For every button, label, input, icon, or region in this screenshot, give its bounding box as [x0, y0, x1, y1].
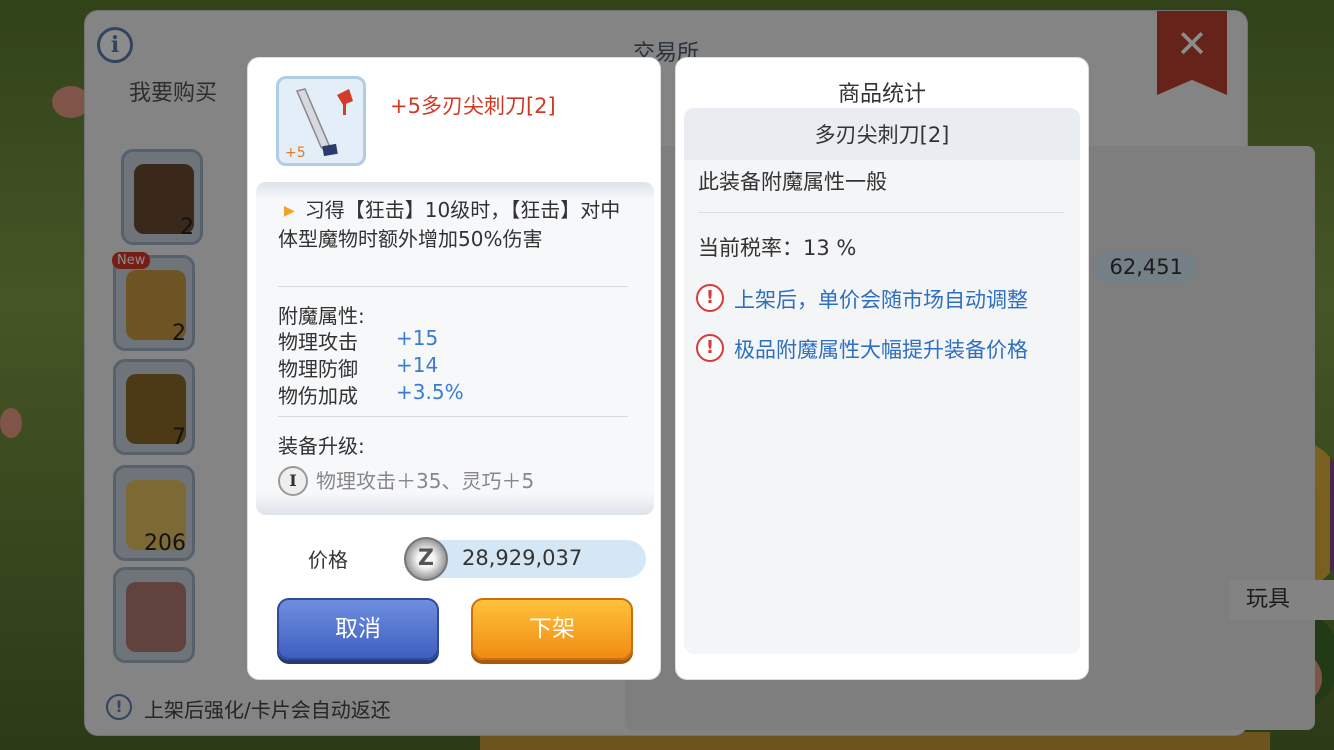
refine-level-badge: +5 [285, 145, 306, 161]
warning-text: 上架后，单价会随市场自动调整 [734, 288, 1028, 312]
divider [278, 416, 628, 417]
warning-icon: ! [696, 284, 724, 312]
skill-effect-text: 习得【狂击】10级时，【狂击】对中体型魔物时额外增加50%伤害 [278, 198, 621, 251]
item-icon: +5 [276, 76, 366, 166]
enchant-quality: 此装备附魔属性一般 [698, 170, 887, 194]
item-statistics-panel: 商品统计 多刃尖刺刀[2] 此装备附魔属性一般 当前税率：13 % ! 上架后，… [675, 57, 1089, 680]
item-name: +5多刃尖刺刀[2] [390, 94, 556, 118]
enchant-label: 物伤加成 [278, 384, 358, 408]
upgrade-title: 装备升级: [278, 434, 365, 458]
skill-effect: ▶ 习得【狂击】10级时，【狂击】对中体型魔物时额外增加50%伤害 [278, 196, 630, 253]
enchant-value: +15 [396, 326, 439, 350]
modal-overlay[interactable] [0, 0, 1334, 750]
stats-body: 此装备附魔属性一般 当前税率：13 % ! 上架后，单价会随市场自动调整 ! 极… [684, 160, 1080, 654]
enchant-row: 物理攻击 +15 [278, 326, 438, 355]
divider [698, 212, 1064, 213]
divider [278, 286, 628, 287]
enchant-value: +14 [396, 353, 439, 377]
scroll-shade-bottom [256, 493, 654, 515]
enchant-title: 附魔属性: [278, 304, 365, 328]
item-description-scroll[interactable]: ▶ 习得【狂击】10级时，【狂击】对中体型魔物时额外增加50%伤害 附魔属性: 物… [256, 182, 654, 515]
item-detail-panel: +5 +5多刃尖刺刀[2] ▶ 习得【狂击】10级时，【狂击】对中体型魔物时额外增… [247, 57, 661, 680]
warning-icon: ! [696, 334, 724, 362]
price-display: Z 28,929,037 [404, 537, 646, 581]
cancel-button[interactable]: 取消 [277, 598, 439, 660]
upgrade-text: 物理攻击＋35、灵巧＋5 [316, 469, 535, 493]
delist-button[interactable]: 下架 [471, 598, 633, 660]
bullet-arrow-icon: ▶ [284, 203, 295, 219]
enchant-label: 物理攻击 [278, 330, 358, 354]
enchant-value: +3.5% [396, 380, 464, 404]
tax-rate: 当前税率：13 % [698, 236, 857, 260]
warning-text: 极品附魔属性大幅提升装备价格 [734, 338, 1028, 362]
upgrade-tier-icon: I [278, 466, 308, 496]
stats-title: 商品统计 [837, 82, 926, 107]
enchant-row: 物理防御 +14 [278, 353, 438, 382]
zeny-coin-icon: Z [404, 537, 448, 581]
price-label: 价格 [308, 548, 348, 572]
enchant-label: 物理防御 [278, 357, 358, 381]
stats-item-name: 多刃尖刺刀[2] [684, 108, 1080, 160]
price-value: 28,929,037 [462, 546, 583, 570]
enchant-row: 物伤加成 +3.5% [278, 380, 464, 409]
